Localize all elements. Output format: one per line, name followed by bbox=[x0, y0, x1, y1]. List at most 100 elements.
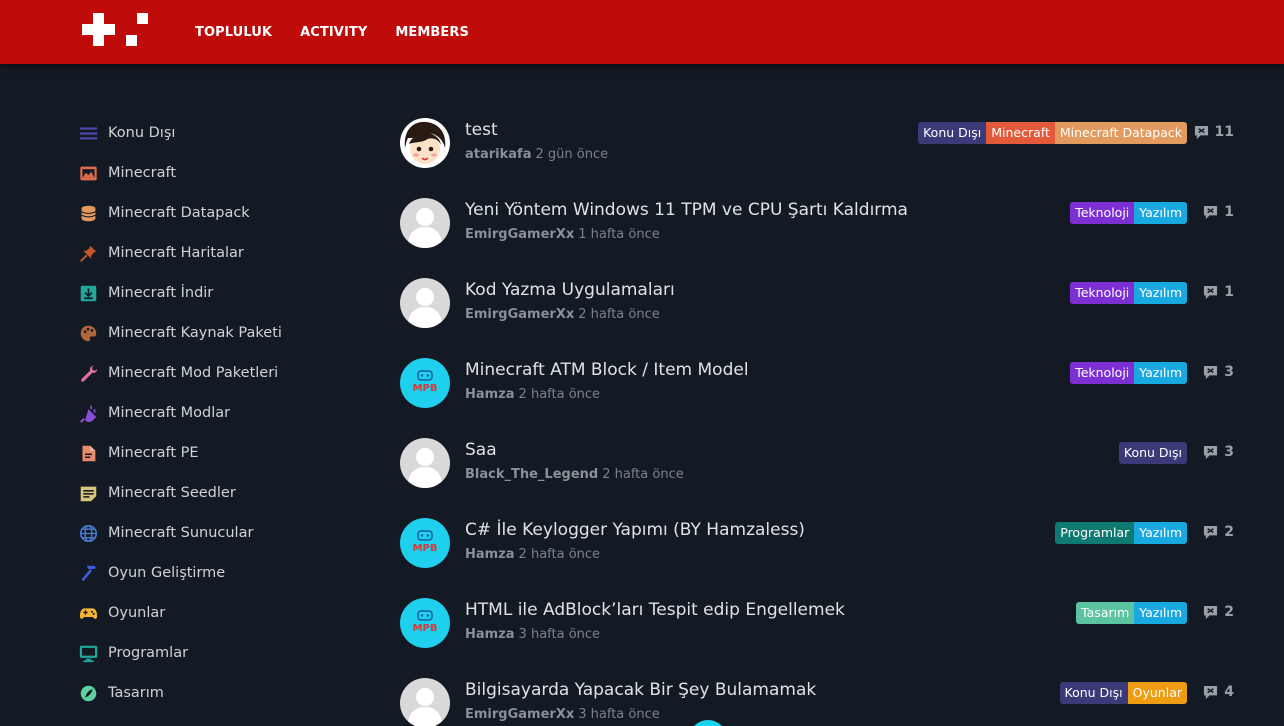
topic-author[interactable]: EmirgGamerXx bbox=[465, 227, 574, 242]
topic-tags: Konu Dışı bbox=[1118, 442, 1187, 464]
reply-count-value: 2 bbox=[1224, 524, 1234, 540]
topic-row[interactable]: MPB C# İle Keylogger Yapımı (BY Hamzaless… bbox=[400, 510, 1240, 590]
sidebar-item-2[interactable]: Minecraft bbox=[77, 153, 357, 193]
tag-badge[interactable]: Minecraft Datapack bbox=[1054, 122, 1187, 144]
sidebar-item-15[interactable]: Tasarım bbox=[77, 673, 357, 713]
tag-badge[interactable]: Teknoloji bbox=[1070, 202, 1135, 224]
topic-title[interactable]: HTML ile AdBlock’ları Tespit edip Engell… bbox=[465, 600, 845, 620]
topic-author[interactable]: EmirgGamerXx bbox=[465, 307, 574, 322]
nav-activity[interactable]: ACTIVITY bbox=[300, 25, 367, 40]
pushpin-icon bbox=[77, 242, 99, 264]
topic-title[interactable]: C# İle Keylogger Yapımı (BY Hamzaless) bbox=[465, 520, 805, 540]
topic-row[interactable]: test atarikafa 2 gün önce Konu Dışı Minecraf… bbox=[400, 110, 1240, 190]
sidebar-item-7[interactable]: Minecraft Mod Paketleri bbox=[77, 353, 357, 393]
topic-title[interactable]: Saa bbox=[465, 440, 497, 460]
sidebar-item-4[interactable]: Minecraft Haritalar bbox=[77, 233, 357, 273]
comment-icon bbox=[1204, 685, 1218, 699]
topic-author[interactable]: EmirgGamerXx bbox=[465, 707, 574, 722]
topic-author[interactable]: Hamza bbox=[465, 627, 515, 642]
topic-author[interactable]: Hamza bbox=[465, 387, 515, 402]
tag-badge[interactable]: Yazılım bbox=[1134, 362, 1187, 384]
topic-title[interactable]: Yeni Yöntem Windows 11 TPM ve CPU Şartı … bbox=[465, 200, 908, 220]
topic-meta: Hamza 2 hafta önce bbox=[465, 387, 600, 402]
avatar[interactable] bbox=[400, 118, 450, 168]
topic-meta: EmirgGamerXx 3 hafta önce bbox=[465, 707, 660, 722]
tag-badge[interactable]: Teknoloji bbox=[1070, 282, 1135, 304]
topic-author[interactable]: Black_The_Legend bbox=[465, 467, 598, 482]
comment-icon bbox=[1204, 445, 1218, 459]
topic-meta: Black_The_Legend 2 hafta önce bbox=[465, 467, 684, 482]
tag-badge[interactable]: Yazılım bbox=[1134, 602, 1187, 624]
tag-badge[interactable]: Konu Dışı bbox=[1118, 442, 1187, 464]
sidebar-item-8[interactable]: Minecraft Modlar bbox=[77, 393, 357, 433]
comment-icon bbox=[1204, 365, 1218, 379]
site-logo-icon[interactable] bbox=[82, 13, 148, 47]
topic-row[interactable]: MPB Minecraft ATM Block / Item Model Hamza… bbox=[400, 350, 1240, 430]
sidebar-item-label: Minecraft PE bbox=[108, 445, 199, 461]
sidebar-item-1[interactable]: Konu Dışı bbox=[77, 113, 357, 153]
tag-badge[interactable]: Yazılım bbox=[1134, 522, 1187, 544]
topic-time: 1 hafta önce bbox=[578, 227, 660, 242]
avatar-logo-text: MPB bbox=[413, 383, 438, 394]
avatar[interactable]: MPB bbox=[400, 598, 450, 648]
topic-row[interactable]: MPB HTML ile AdBlock’ları Tespit edip Eng… bbox=[400, 590, 1240, 670]
tag-badge[interactable]: Oyunlar bbox=[1127, 682, 1187, 704]
sidebar-item-9[interactable]: Minecraft PE bbox=[77, 433, 357, 473]
sidebar-item-11[interactable]: Minecraft Sunucular bbox=[77, 513, 357, 553]
topic-row[interactable]: Bilgisayarda Yapacak Bir Şey Bulamamak Em… bbox=[400, 670, 1240, 726]
topic-row[interactable]: Kod Yazma Uygulamaları EmirgGamerXx 2 haft… bbox=[400, 270, 1240, 350]
reply-count-value: 11 bbox=[1214, 124, 1234, 140]
topic-author[interactable]: atarikafa bbox=[465, 147, 531, 162]
nav-members[interactable]: MEMBERS bbox=[395, 25, 469, 40]
tag-badge[interactable]: Programlar bbox=[1055, 522, 1135, 544]
tag-badge[interactable]: Yazılım bbox=[1134, 282, 1187, 304]
tag-badge[interactable]: Minecraft bbox=[986, 122, 1055, 144]
topic-meta: Hamza 3 hafta önce bbox=[465, 627, 600, 642]
tag-badge[interactable]: Yazılım bbox=[1134, 202, 1187, 224]
sidebar-item-5[interactable]: Minecraft İndir bbox=[77, 273, 357, 313]
avatar[interactable]: MPB bbox=[400, 518, 450, 568]
sidebar-item-3[interactable]: Minecraft Datapack bbox=[77, 193, 357, 233]
category-sidebar: Konu Dışı Minecraft Minecraft Datapack Mine… bbox=[77, 113, 357, 713]
sidebar-item-label: Minecraft Seedler bbox=[108, 485, 236, 501]
sidebar-item-label: Tasarım bbox=[108, 685, 164, 701]
sidebar-item-label: Minecraft Mod Paketleri bbox=[108, 365, 279, 381]
menu-lines-icon bbox=[77, 122, 99, 144]
sidebar-item-14[interactable]: Programlar bbox=[77, 633, 357, 673]
topic-author[interactable]: Hamza bbox=[465, 547, 515, 562]
avatar[interactable] bbox=[400, 278, 450, 328]
tag-badge[interactable]: Tasarım bbox=[1076, 602, 1135, 624]
file-icon bbox=[77, 442, 99, 464]
sidebar-item-6[interactable]: Minecraft Kaynak Paketi bbox=[77, 313, 357, 353]
reply-count: 1 bbox=[1203, 204, 1234, 220]
topic-title[interactable]: test bbox=[465, 120, 498, 140]
sidebar-item-label: Oyun Geliştirme bbox=[108, 565, 226, 581]
avatar[interactable]: MPB bbox=[400, 358, 450, 408]
reply-count: 3 bbox=[1203, 364, 1234, 380]
avatar[interactable] bbox=[400, 678, 450, 726]
tag-badge[interactable]: Konu Dışı bbox=[1059, 682, 1128, 704]
topic-title[interactable]: Bilgisayarda Yapacak Bir Şey Bulamamak bbox=[465, 680, 816, 700]
tag-badge[interactable]: Konu Dışı bbox=[918, 122, 987, 144]
nav-topluluk[interactable]: TOPLULUK bbox=[195, 25, 272, 40]
sidebar-item-label: Minecraft Kaynak Paketi bbox=[108, 325, 282, 341]
topic-title[interactable]: Kod Yazma Uygulamaları bbox=[465, 280, 675, 300]
topic-row[interactable]: Yeni Yöntem Windows 11 TPM ve CPU Şartı … bbox=[400, 190, 1240, 270]
sidebar-item-label: Minecraft Sunucular bbox=[108, 525, 254, 541]
avatar[interactable] bbox=[400, 198, 450, 248]
comment-icon bbox=[1204, 285, 1218, 299]
topic-time: 3 hafta önce bbox=[578, 707, 660, 722]
reply-count: 11 bbox=[1194, 124, 1234, 140]
sidebar-item-13[interactable]: Oyunlar bbox=[77, 593, 357, 633]
avatar[interactable] bbox=[400, 438, 450, 488]
sidebar-item-label: Programlar bbox=[108, 645, 189, 661]
sidebar-item-10[interactable]: Minecraft Seedler bbox=[77, 473, 357, 513]
sidebar-item-12[interactable]: Oyun Geliştirme bbox=[77, 553, 357, 593]
reply-count-value: 1 bbox=[1224, 284, 1234, 300]
topic-time: 3 hafta önce bbox=[518, 627, 601, 642]
image-frame-icon bbox=[77, 162, 99, 184]
avatar-logo-text: MPB bbox=[413, 543, 438, 554]
topic-row[interactable]: Saa Black_The_Legend 2 hafta önce Konu Dışı… bbox=[400, 430, 1240, 510]
topic-title[interactable]: Minecraft ATM Block / Item Model bbox=[465, 360, 749, 380]
tag-badge[interactable]: Teknoloji bbox=[1070, 362, 1135, 384]
